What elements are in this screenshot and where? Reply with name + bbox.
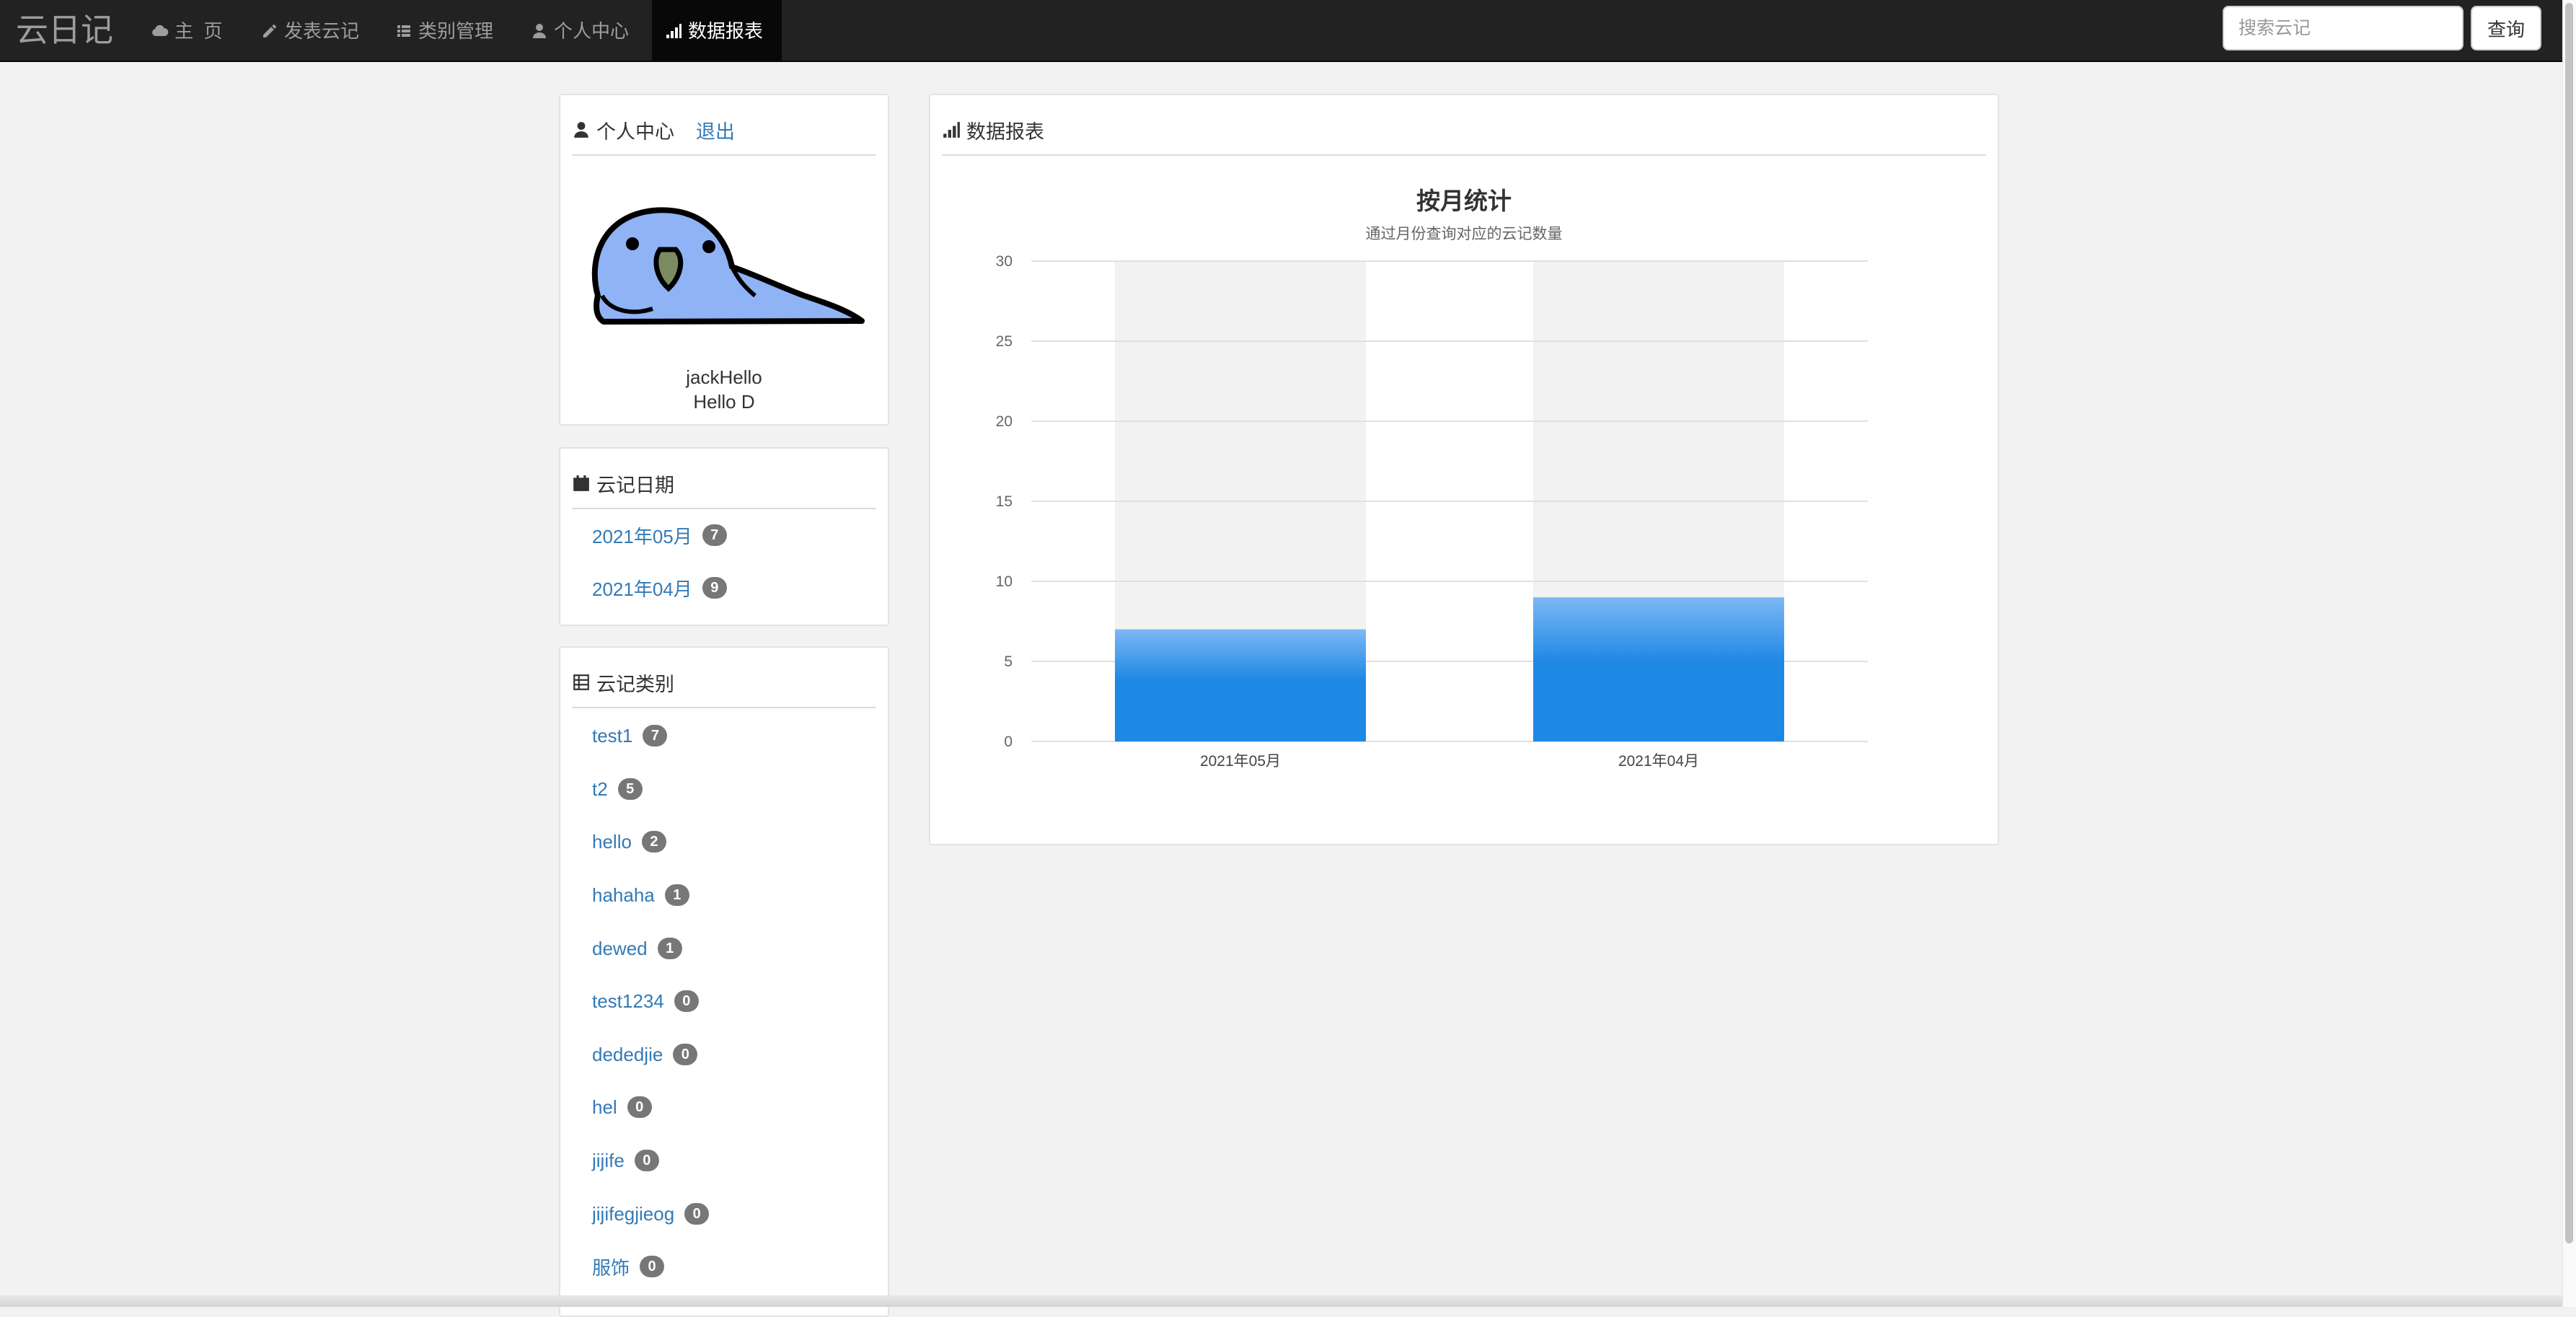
nav-home-label: 主 页 <box>175 20 223 42</box>
count-badge: 5 <box>617 778 643 800</box>
category-item[interactable]: 服饰 0 <box>592 1252 665 1281</box>
date-item[interactable]: 2021年04月 9 <box>592 573 727 602</box>
count-badge: 7 <box>643 725 668 746</box>
profile-title: 个人中心 <box>596 120 674 143</box>
nav-category-label: 类别管理 <box>418 20 494 42</box>
list-icon <box>397 25 410 37</box>
top-navbar: 云日记 主 页 发表云记 类别管理 个人中心 数据报表 查询 <box>0 0 2562 62</box>
category-item[interactable]: hello 2 <box>592 827 666 856</box>
date-item-label: 2021年05月 <box>592 525 692 547</box>
count-badge: 1 <box>664 884 689 906</box>
count-badge: 1 <box>657 938 682 959</box>
y-tick-label: 15 <box>996 493 1013 510</box>
cloud-icon <box>152 25 169 36</box>
count-badge: 9 <box>702 577 727 599</box>
username: jackHello <box>686 366 762 388</box>
y-tick-label: 5 <box>1004 653 1013 670</box>
date-panel: 云记日期 2021年05月 7 2021年04月 9 <box>559 447 889 626</box>
date-title: 云记日期 <box>596 474 674 496</box>
signal-icon <box>666 24 682 38</box>
user-icon <box>574 122 588 138</box>
count-badge: 2 <box>641 831 666 853</box>
nav-home[interactable]: 主 页 <box>138 0 235 62</box>
bar-chart: 0 5 10 15 20 25 30 2021年05月 2021年04月 <box>996 253 1868 770</box>
pencil-icon <box>263 25 276 38</box>
y-tick-label: 25 <box>996 333 1013 350</box>
profile-panel: 个人中心 退出 jackHello Hello D <box>559 94 889 426</box>
profile-heading: 个人中心 退出 <box>572 105 876 156</box>
category-item[interactable]: dededjie 0 <box>592 1040 698 1069</box>
category-item-label: hello <box>592 830 632 853</box>
category-item-label: jijife <box>592 1149 625 1171</box>
category-item[interactable]: test1 7 <box>592 721 668 750</box>
nav-report-label: 数据报表 <box>688 20 764 42</box>
logout-link[interactable]: 退出 <box>696 116 735 144</box>
nav-category[interactable]: 类别管理 <box>382 0 506 62</box>
category-item[interactable]: t2 5 <box>592 775 643 803</box>
category-panel: 云记类别 test1 7 t2 5 hello 2 hahaha 1 dewed… <box>559 646 889 1317</box>
category-item[interactable]: jijifegjieog 0 <box>592 1199 710 1228</box>
brand-logo[interactable]: 云日记 <box>16 9 113 52</box>
table-icon <box>573 674 589 690</box>
count-badge: 7 <box>702 524 727 546</box>
count-badge: 0 <box>673 1044 698 1065</box>
nav-profile-label: 个人中心 <box>554 20 630 42</box>
category-item-label: test1 <box>592 724 633 746</box>
category-item-label: hahaha <box>592 884 655 906</box>
category-title: 云记类别 <box>596 673 674 695</box>
category-item[interactable]: jijife 0 <box>592 1146 659 1175</box>
bar <box>1115 629 1366 741</box>
bar <box>1533 597 1784 741</box>
nav-report[interactable]: 数据报表 <box>652 0 782 62</box>
count-badge: 0 <box>674 990 699 1012</box>
count-badge: 0 <box>640 1256 665 1277</box>
y-tick-label: 30 <box>996 253 1013 270</box>
user-icon <box>533 24 546 38</box>
nav-publish-label: 发表云记 <box>284 20 360 42</box>
nav-publish[interactable]: 发表云记 <box>248 0 372 62</box>
y-tick-label: 0 <box>1004 734 1013 750</box>
avatar <box>591 207 865 325</box>
category-item[interactable]: hel 0 <box>592 1093 652 1122</box>
category-item[interactable]: test1234 0 <box>592 987 699 1016</box>
category-item-label: hel <box>592 1096 617 1118</box>
category-item-label: dededjie <box>592 1043 663 1065</box>
count-badge: 0 <box>634 1150 659 1171</box>
scrollbar-thumb[interactable] <box>2565 3 2573 1243</box>
count-badge: 0 <box>627 1096 652 1118</box>
category-item-label: 服饰 <box>592 1256 630 1279</box>
x-tick-label: 2021年05月 <box>1200 753 1281 770</box>
y-tick-label: 20 <box>996 413 1013 430</box>
search-input[interactable] <box>2223 6 2463 50</box>
x-tick-label: 2021年04月 <box>1618 753 1699 770</box>
category-item-label: dewed <box>592 937 648 959</box>
search-button[interactable]: 查询 <box>2471 6 2541 50</box>
date-item-label: 2021年04月 <box>592 578 692 600</box>
date-heading: 云记日期 <box>572 459 876 509</box>
category-item-label: t2 <box>592 778 608 800</box>
y-tick-label: 10 <box>996 573 1013 590</box>
category-item-label: test1234 <box>592 990 664 1012</box>
report-panel: 数据报表 按月统计 通过月份查询对应的云记数量 0 5 10 15 20 25 30 2021… <box>929 94 1999 845</box>
category-item[interactable]: hahaha 1 <box>592 881 689 909</box>
calendar-icon <box>573 475 589 491</box>
category-item[interactable]: dewed 1 <box>592 934 682 963</box>
date-item[interactable]: 2021年05月 7 <box>592 521 727 550</box>
nav-profile[interactable]: 个人中心 <box>518 0 642 62</box>
user-signature: Hello D <box>693 391 755 413</box>
category-heading: 云记类别 <box>572 658 876 708</box>
category-item-label: jijifegjieog <box>592 1202 675 1225</box>
count-badge: 0 <box>684 1203 710 1225</box>
window-bottom-edge <box>0 1295 2562 1307</box>
